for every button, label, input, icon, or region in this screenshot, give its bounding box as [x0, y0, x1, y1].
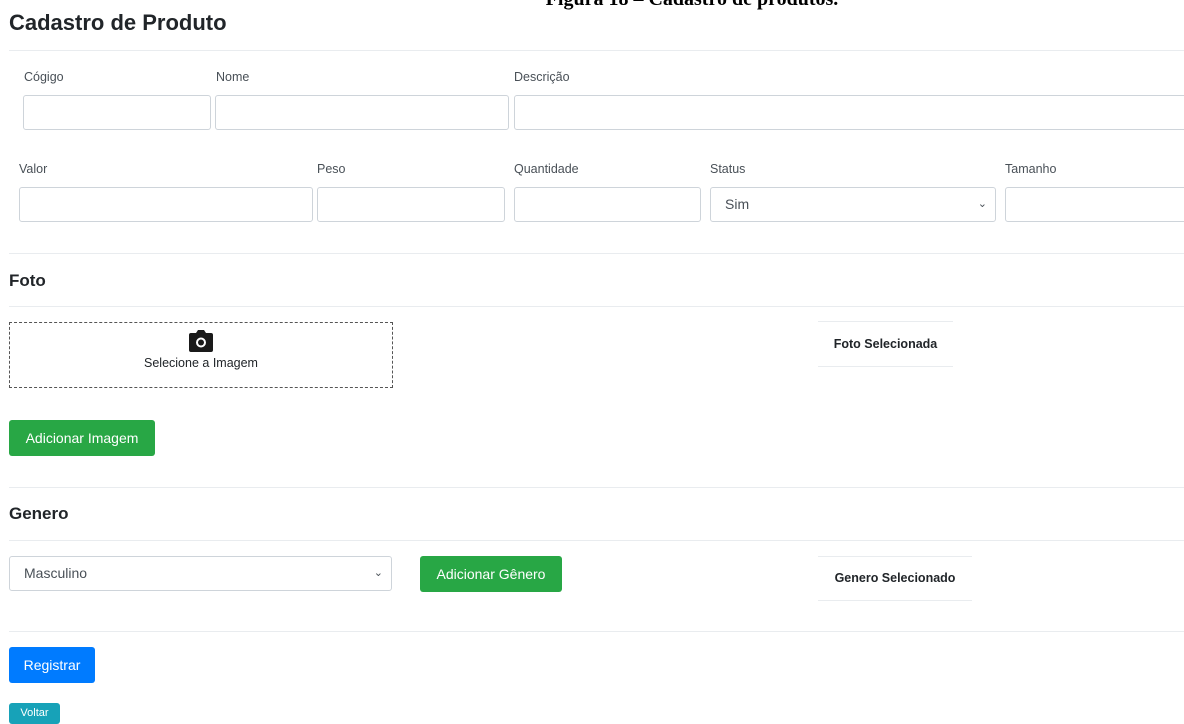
- chevron-down-icon: ⌄: [373, 567, 383, 579]
- add-genero-button[interactable]: Adicionar Gênero: [420, 556, 562, 592]
- image-dropzone[interactable]: Selecione a Imagem: [9, 322, 393, 388]
- foto-selecionada-card: Foto Selecionada: [818, 321, 953, 367]
- divider: [9, 253, 1184, 254]
- genero-section-title: Genero: [9, 504, 69, 523]
- nome-input[interactable]: [215, 95, 509, 130]
- divider: [9, 540, 1184, 541]
- tamanho-input[interactable]: [1005, 187, 1184, 222]
- genero-select[interactable]: Masculino ⌄: [9, 556, 392, 591]
- quantidade-label: Quantidade: [514, 162, 579, 176]
- genero-selecionado-card: Genero Selecionado: [818, 556, 972, 601]
- register-button[interactable]: Registrar: [9, 647, 95, 683]
- dropzone-label: Selecione a Imagem: [144, 356, 258, 370]
- valor-label: Valor: [19, 162, 48, 176]
- status-select[interactable]: Sim ⌄: [710, 187, 996, 222]
- divider: [9, 487, 1184, 488]
- valor-input[interactable]: [19, 187, 313, 222]
- divider: [9, 306, 1184, 307]
- status-label: Status: [710, 162, 746, 176]
- page-title: Cadastro de Produto: [9, 10, 227, 35]
- quantidade-input[interactable]: [514, 187, 701, 222]
- descricao-input[interactable]: [514, 95, 1184, 130]
- codigo-label: Cógigo: [24, 70, 64, 84]
- codigo-input[interactable]: [23, 95, 211, 130]
- camera-icon: [189, 330, 213, 352]
- divider: [9, 50, 1184, 51]
- tamanho-label: Tamanho: [1005, 162, 1057, 176]
- add-image-button[interactable]: Adicionar Imagem: [9, 420, 155, 456]
- back-button[interactable]: Voltar: [9, 703, 60, 724]
- descricao-label: Descrição: [514, 70, 570, 84]
- genero-select-value: Masculino: [24, 565, 88, 581]
- chevron-down-icon: ⌄: [977, 198, 987, 210]
- foto-section-title: Foto: [9, 271, 46, 290]
- divider: [9, 631, 1184, 632]
- peso-label: Peso: [317, 162, 346, 176]
- nome-label: Nome: [216, 70, 250, 84]
- peso-input[interactable]: [317, 187, 505, 222]
- status-select-value: Sim: [725, 196, 750, 212]
